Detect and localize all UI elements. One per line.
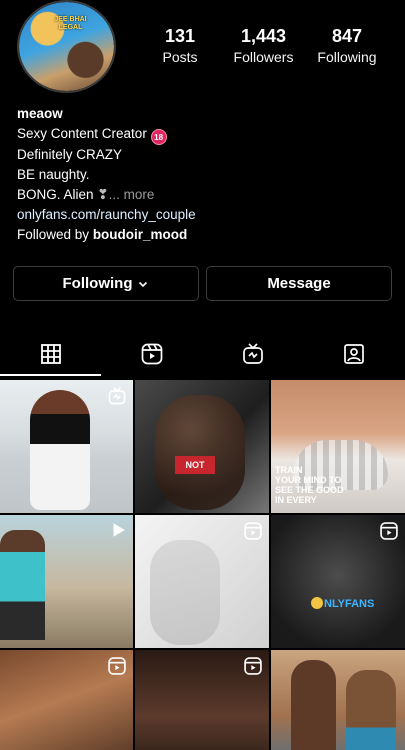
tab-tagged[interactable] xyxy=(304,332,405,376)
grid-post[interactable] xyxy=(135,380,269,513)
bio-line-4-text: BONG. Alien xyxy=(17,187,94,202)
grid-icon xyxy=(40,344,61,364)
bio-line-4: BONG. Alien ❣... more xyxy=(17,185,395,205)
grid-post[interactable] xyxy=(0,380,133,513)
grid-post[interactable] xyxy=(0,650,133,750)
posts-grid: TRAIN YOUR MIND TO SEE THE GOOD IN EVERY… xyxy=(0,380,405,750)
reels-badge-icon xyxy=(244,522,262,540)
reels-badge-icon xyxy=(244,657,262,675)
profile-link[interactable]: onlyfans.com/raunchy_couple xyxy=(17,205,395,225)
post-caption-text: TRAIN YOUR MIND TO SEE THE GOOD IN EVERY xyxy=(275,465,344,505)
tab-igtv[interactable] xyxy=(203,332,304,376)
followers-label: Followers xyxy=(233,49,294,65)
posts-stat[interactable]: 131 Posts xyxy=(140,25,220,66)
profile-actions: Following Message xyxy=(13,266,392,301)
followed-by[interactable]: Followed by boudoir_mood xyxy=(17,225,395,245)
message-button[interactable]: Message xyxy=(206,266,392,301)
heart-icon: ❣ xyxy=(97,187,109,202)
grid-post[interactable] xyxy=(271,650,405,750)
tab-grid[interactable] xyxy=(0,332,102,376)
grid-post[interactable]: NLYFANS xyxy=(271,515,405,648)
bio-line-1-text: Sexy Content Creator xyxy=(17,126,147,141)
igtv-icon xyxy=(243,343,263,364)
avatar-text: JEE BHAI LEGAL xyxy=(54,16,87,31)
bio-line-1: Sexy Content Creator 18 xyxy=(17,124,395,145)
message-button-label: Message xyxy=(267,275,331,292)
following-button[interactable]: Following xyxy=(13,266,199,301)
followed-by-user: boudoir_mood xyxy=(92,227,188,242)
tagged-icon xyxy=(344,344,365,364)
grid-post[interactable] xyxy=(135,650,269,750)
profile-avatar[interactable]: JEE BHAI LEGAL xyxy=(17,0,116,93)
posts-count: 131 xyxy=(164,26,196,46)
reels-badge-icon xyxy=(108,657,126,675)
followed-by-prefix: Followed by xyxy=(17,227,90,242)
grid-post[interactable] xyxy=(135,515,269,648)
bio-line-3: BE naughty. xyxy=(17,167,90,182)
bio-line-2: Definitely CRAZY xyxy=(17,147,123,162)
following-count: 847 xyxy=(331,26,363,46)
more-link[interactable]: ... more xyxy=(109,187,155,202)
grid-post[interactable]: TRAIN YOUR MIND TO SEE THE GOOD IN EVERY xyxy=(271,380,405,513)
video-badge-icon xyxy=(113,523,125,537)
posts-label: Posts xyxy=(162,49,198,65)
igtv-badge-icon xyxy=(108,387,126,405)
grid-post[interactable] xyxy=(0,515,133,648)
followers-stat[interactable]: 1,443 Followers xyxy=(224,25,304,66)
followers-count: 1,443 xyxy=(240,26,287,46)
reels-icon xyxy=(141,343,163,365)
profile-bio: meaow Sexy Content Creator 18 Definitely… xyxy=(17,104,395,245)
post-brand-text: NLYFANS xyxy=(311,597,374,610)
tab-reels[interactable] xyxy=(101,332,202,376)
profile-name: meaow xyxy=(17,106,63,121)
following-stat[interactable]: 847 Following xyxy=(307,25,387,66)
profile-stats: 131 Posts 1,443 Followers 847 Following xyxy=(140,25,387,66)
following-label: Following xyxy=(317,49,377,65)
chevron-down-icon xyxy=(139,281,148,287)
following-button-label: Following xyxy=(62,275,133,292)
profile-tabs xyxy=(0,332,405,376)
adult-badge-icon: 18 xyxy=(150,129,167,145)
reels-badge-icon xyxy=(380,522,398,540)
